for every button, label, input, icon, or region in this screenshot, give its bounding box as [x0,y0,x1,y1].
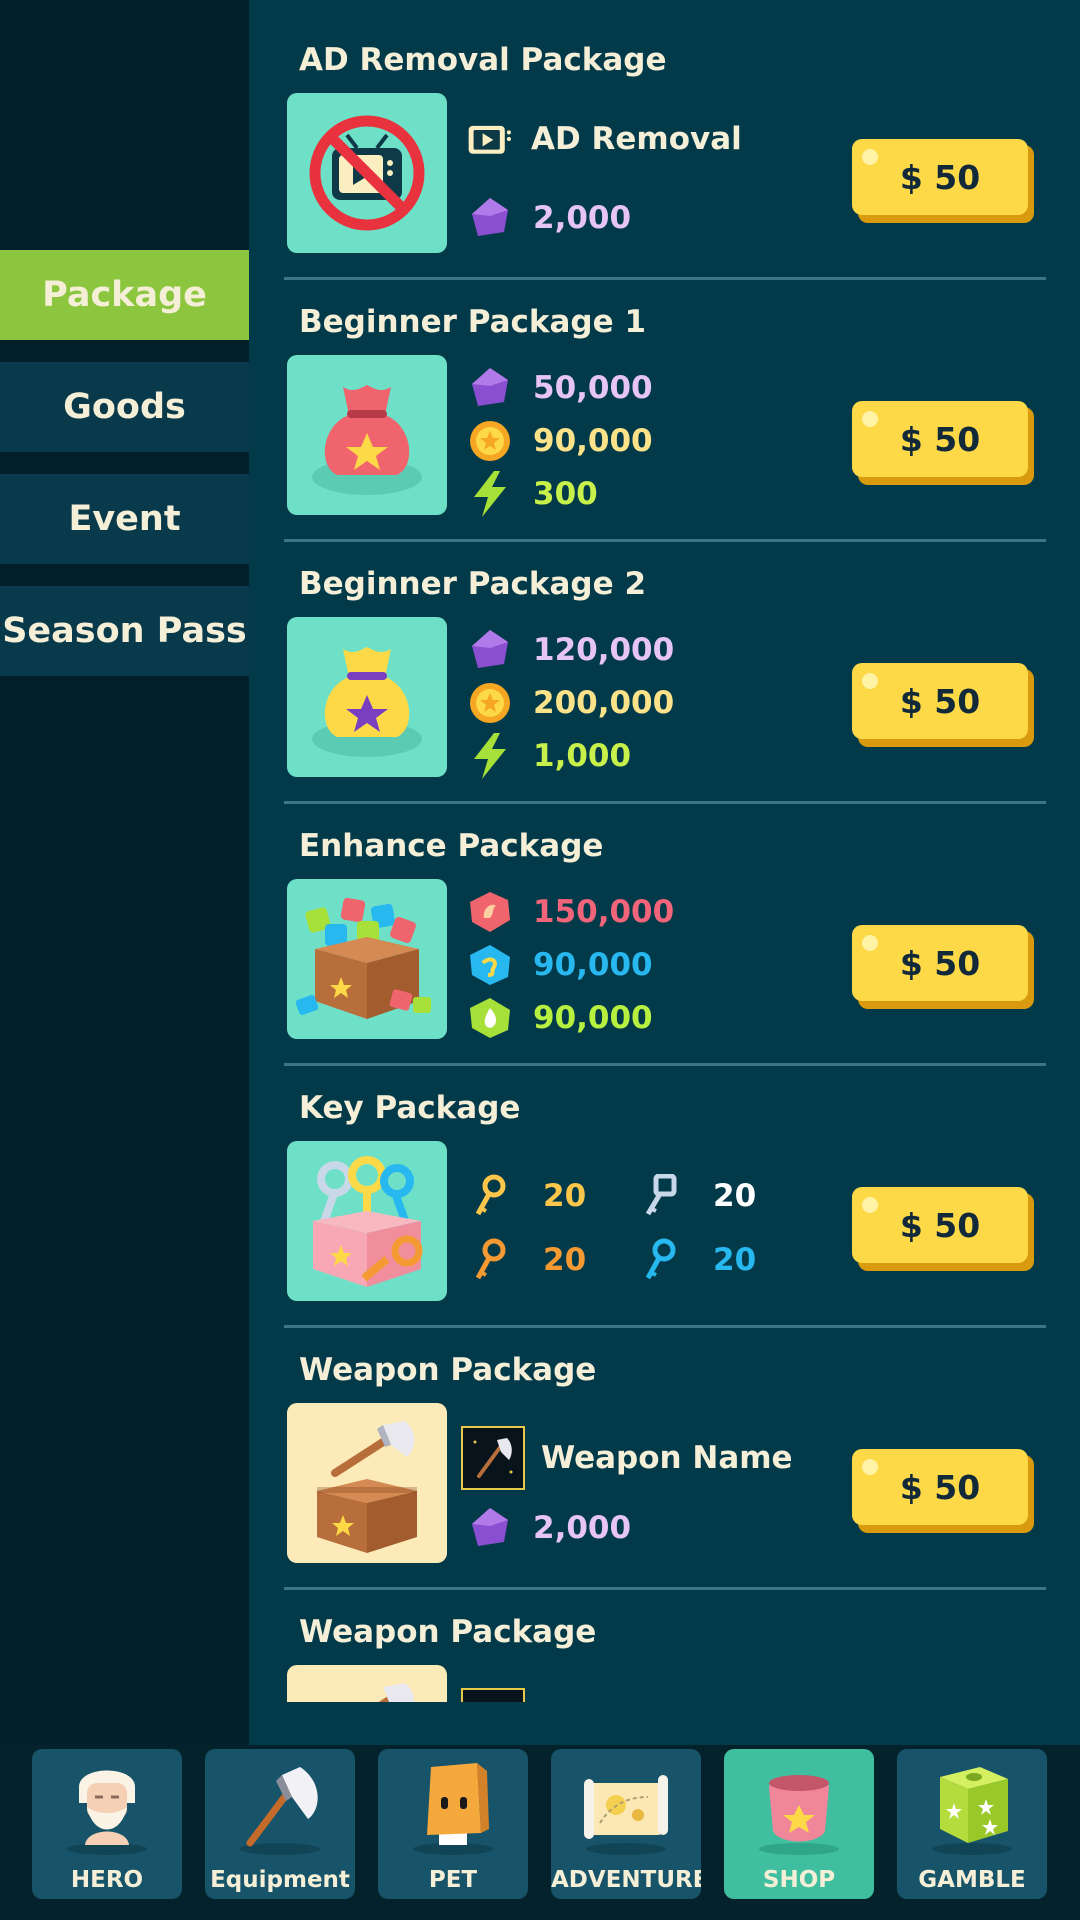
axe-box-icon [287,1665,447,1702]
gold-pouch-icon [287,617,447,777]
map-icon [576,1757,676,1861]
buy-button[interactable]: $ 50 [852,401,1034,485]
silver-key-amount: 20 [713,1178,757,1214]
coin-icon [467,418,513,464]
package-card-weapon: Weapon Package Weapon Name 2,000 $ 50 [249,1328,1080,1590]
orange-key-amount: 20 [543,1242,587,1278]
gem-amount: 120,000 [533,632,675,668]
dice-icon [922,1757,1022,1861]
gold-key-amount: 20 [543,1178,587,1214]
gold-key-icon [467,1173,513,1219]
package-title: Beginner Package 2 [299,566,647,602]
coin-amount: 90,000 [533,423,653,459]
pet-icon [403,1757,503,1861]
nav-label: Equipment [210,1867,350,1893]
blue-key-amount: 20 [713,1242,757,1278]
green-stone-amount: 90,000 [533,1000,653,1036]
axe-icon [230,1757,330,1861]
red-stone-amount: 150,000 [533,894,675,930]
nav-shop[interactable]: SHOP [724,1749,874,1899]
package-card-key: Key Package 20 20 20 20 $ 50 [249,1066,1080,1328]
nav-equipment[interactable]: Equipment [205,1749,355,1899]
silver-key-icon [637,1173,683,1219]
gem-icon [467,195,513,241]
ad-tv-icon [467,116,513,162]
gem-amount: 50,000 [533,370,653,406]
gem-icon [467,1505,513,1551]
gem-icon [467,627,513,673]
buy-button[interactable]: $ 50 [852,139,1034,223]
energy-amount: 1,000 [533,738,632,774]
no-ads-tv-icon [287,93,447,253]
tab-label: Goods [63,387,186,427]
nav-hero[interactable]: HERO [32,1749,182,1899]
energy-icon [467,733,513,779]
energy-amount: 300 [533,476,598,512]
blue-key-icon [637,1237,683,1283]
shop-pouch-icon [749,1757,849,1861]
price-label: $ 50 [899,943,981,983]
item-label: Weapon Name [541,1440,793,1476]
package-card-weapon-2: Weapon Package [249,1590,1080,1702]
tab-label: Event [68,499,181,539]
category-sidebar: Package Goods Event Season Pass [0,0,249,1745]
package-card-beginner-1: Beginner Package 1 50,000 90,000 300 $ 5… [249,280,1080,542]
nav-gamble[interactable]: GAMBLE [897,1749,1047,1899]
gem-amount: 2,000 [533,1510,632,1546]
price-label: $ 50 [899,681,981,721]
buy-button[interactable]: $ 50 [852,925,1034,1009]
tab-event[interactable]: Event [0,474,249,564]
tab-label: Season Pass [2,611,247,651]
green-stone-icon [467,995,513,1041]
coin-amount: 200,000 [533,685,675,721]
price-label: $ 50 [899,419,981,459]
blue-stone-amount: 90,000 [533,947,653,983]
buy-button[interactable]: $ 50 [852,1449,1034,1533]
orange-key-icon [467,1237,513,1283]
nav-pet[interactable]: PET [378,1749,528,1899]
package-card-ad-removal: AD Removal Package AD Removal 2,000 $ 50 [249,18,1080,280]
buy-button[interactable]: $ 50 [852,663,1034,747]
weapon-slot-icon [461,1688,525,1702]
package-title: Weapon Package [299,1352,597,1388]
price-label: $ 50 [899,1205,981,1245]
nav-label: PET [428,1867,478,1893]
package-card-enhance: Enhance Package 150,000 90,000 90,000 $ … [249,804,1080,1066]
weapon-slot-icon [461,1426,525,1490]
tab-season-pass[interactable]: Season Pass [0,586,249,676]
gem-icon [467,365,513,411]
nav-label: ADVENTURE [551,1867,701,1893]
axe-box-icon [287,1403,447,1563]
coin-icon [467,680,513,726]
gem-amount: 2,000 [533,200,632,236]
package-title: Enhance Package [299,828,604,864]
key-box-icon [287,1141,447,1301]
enhance-box-icon [287,879,447,1039]
tab-label: Package [42,275,207,315]
red-pouch-icon [287,355,447,515]
energy-icon [467,471,513,517]
nav-label: GAMBLE [918,1867,1026,1893]
package-list[interactable]: AD Removal Package AD Removal 2,000 $ 50… [249,0,1080,1702]
package-title: Weapon Package [299,1614,597,1650]
blue-stone-icon [467,942,513,988]
nav-adventure[interactable]: ADVENTURE [551,1749,701,1899]
price-label: $ 50 [899,157,981,197]
tab-goods[interactable]: Goods [0,362,249,452]
package-title: Key Package [299,1090,521,1126]
package-card-beginner-2: Beginner Package 2 120,000 200,000 1,000… [249,542,1080,804]
tab-package[interactable]: Package [0,250,249,340]
buy-button[interactable]: $ 50 [852,1187,1034,1271]
price-label: $ 50 [899,1467,981,1507]
nav-label: SHOP [762,1867,836,1893]
red-stone-icon [467,889,513,935]
package-title: AD Removal Package [299,42,667,78]
item-label: AD Removal [531,121,742,157]
hero-icon [57,1757,157,1861]
nav-label: HERO [70,1867,144,1893]
package-title: Beginner Package 1 [299,304,647,340]
